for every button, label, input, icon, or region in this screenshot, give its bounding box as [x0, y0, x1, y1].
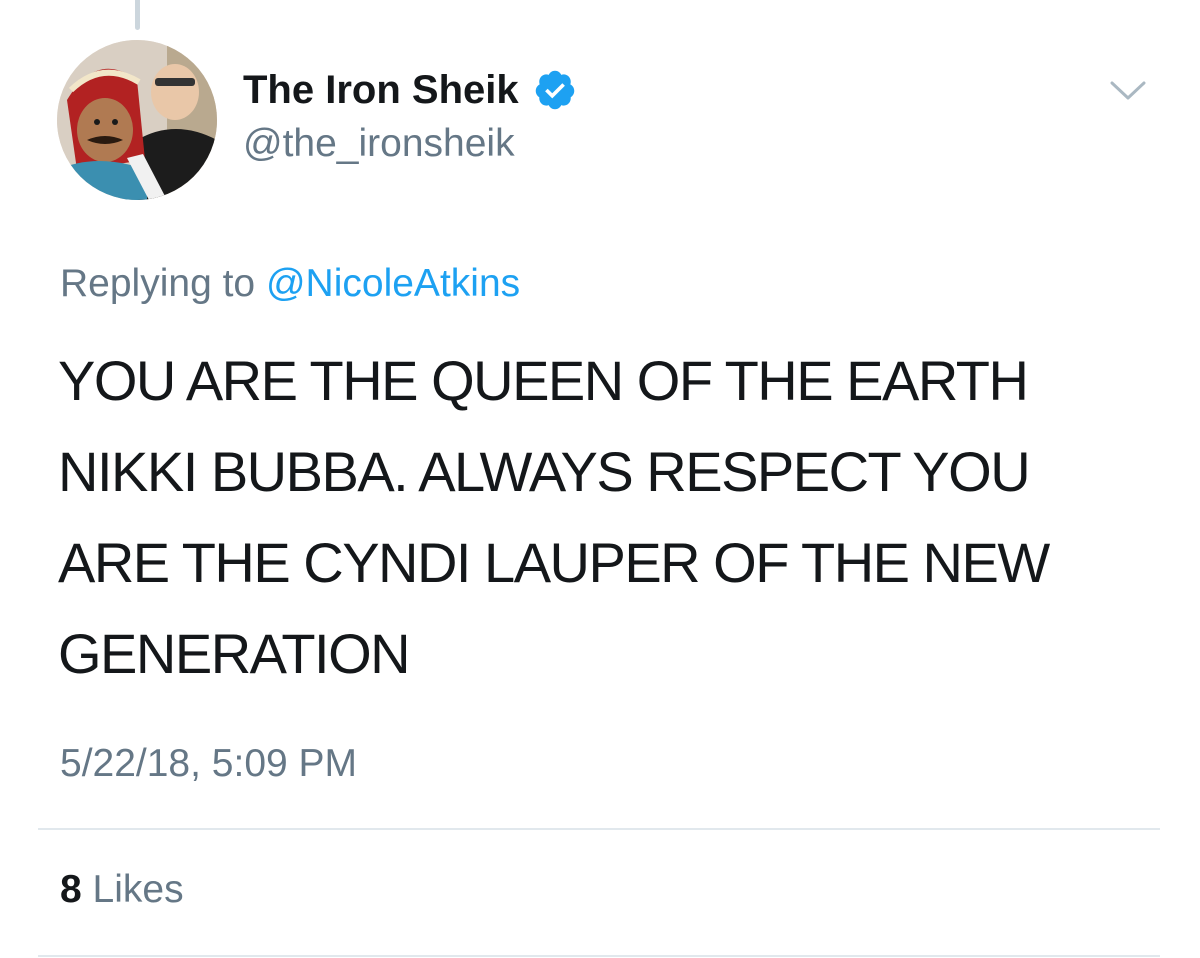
- tweet-text-line: ARE THE CYNDI LAUPER OF THE NEW: [58, 531, 1050, 594]
- likes-count: 8: [60, 868, 82, 911]
- tweet-text-line: YOU ARE THE QUEEN OF THE EARTH: [58, 349, 1029, 412]
- verified-badge-icon: [535, 70, 574, 110]
- tweet-timestamp[interactable]: 5/22/18, 5:09 PM: [60, 742, 357, 786]
- tweet-text-line: NIKKI BUBBA. ALWAYS RESPECT YOU: [58, 440, 1031, 503]
- reply-prefix: Replying to: [60, 262, 256, 305]
- divider: [38, 828, 1160, 830]
- avatar-photo: [57, 40, 217, 200]
- thread-connector-line: [135, 0, 140, 30]
- tweet-text: YOU ARE THE QUEEN OF THE EARTH NIKKI BUB…: [58, 335, 1168, 699]
- likes-label: Likes: [92, 868, 184, 911]
- avatar[interactable]: [57, 40, 217, 200]
- author-handle[interactable]: @the_ironsheik: [243, 122, 515, 166]
- chevron-down-icon[interactable]: [1108, 78, 1148, 104]
- author-name-row: The Iron Sheik: [243, 62, 577, 118]
- tweet-text-line: GENERATION: [58, 622, 411, 685]
- author-display-name[interactable]: The Iron Sheik: [243, 68, 519, 113]
- reply-to-link[interactable]: @NicoleAtkins: [266, 262, 520, 305]
- likes-stat[interactable]: 8 Likes: [60, 868, 184, 912]
- reply-context: Replying to @NicoleAtkins: [60, 262, 520, 306]
- divider: [38, 955, 1160, 957]
